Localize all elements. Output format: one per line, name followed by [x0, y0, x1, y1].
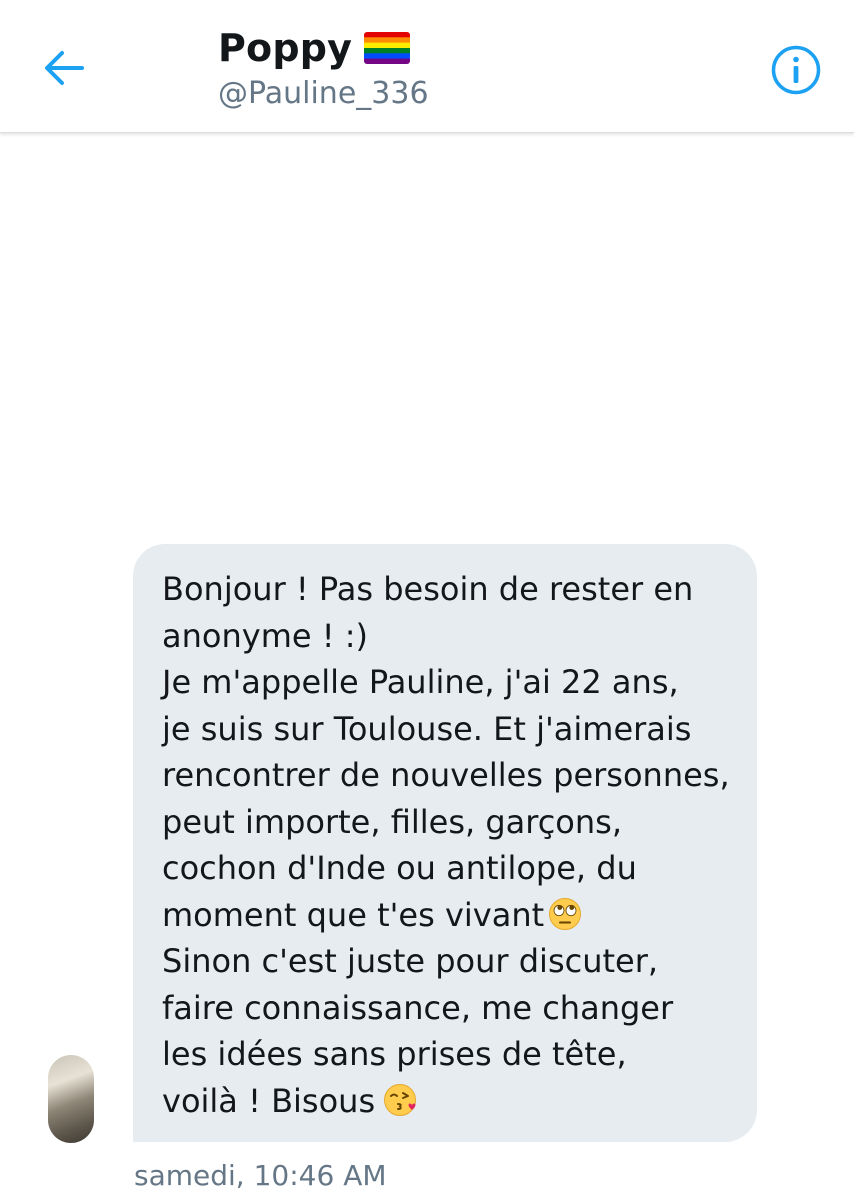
user-handle: @Pauline_336: [218, 76, 429, 111]
arrow-left-icon: [45, 51, 84, 85]
display-name: Poppy: [218, 26, 353, 70]
conversation-header: Poppy @Pauline_336: [0, 0, 854, 133]
message-line-with-emoji: moment que t'es vivant: [162, 892, 737, 939]
eye-roll-emoji-icon: [548, 897, 582, 931]
message-line: je suis sur Toulouse. Et j'aimerais: [162, 709, 692, 748]
message-line: anonyme ! :): [162, 616, 368, 655]
message-line: Je m'appelle Pauline, j'ai 22 ans,: [162, 663, 679, 701]
message-line: Sinon c'est juste pour discuter,: [162, 942, 659, 980]
info-icon: [771, 45, 821, 95]
message-text: moment que t'es vivant: [162, 895, 545, 934]
message-line: peut importe, filles, garçons,: [162, 802, 622, 841]
message-line: faire connaissance, me changer: [162, 988, 674, 1027]
message-line-with-emoji: voilà ! Bisous: [162, 1078, 737, 1125]
message-line: cochon d'Inde ou antilope, du: [162, 849, 637, 887]
name-row: Poppy: [218, 24, 429, 72]
message-bubble[interactable]: Bonjour ! Pas besoin de rester en anonym…: [133, 544, 757, 1142]
message-line: Bonjour ! Pas besoin de rester en: [162, 570, 694, 608]
kiss-emoji-icon: [383, 1083, 417, 1117]
message-line: les idées sans prises de tête,: [162, 1035, 627, 1073]
conversation-title[interactable]: Poppy @Pauline_336: [218, 24, 429, 114]
rainbow-flag-icon: [364, 32, 411, 64]
message-line: rencontrer de nouvelles personnes,: [162, 756, 730, 794]
message-text: voilà ! Bisous: [162, 1081, 376, 1120]
message-timestamp: samedi, 10:46 AM: [134, 1159, 387, 1192]
sender-avatar[interactable]: [48, 1055, 94, 1143]
back-button[interactable]: [38, 44, 90, 92]
info-button[interactable]: [768, 42, 824, 98]
